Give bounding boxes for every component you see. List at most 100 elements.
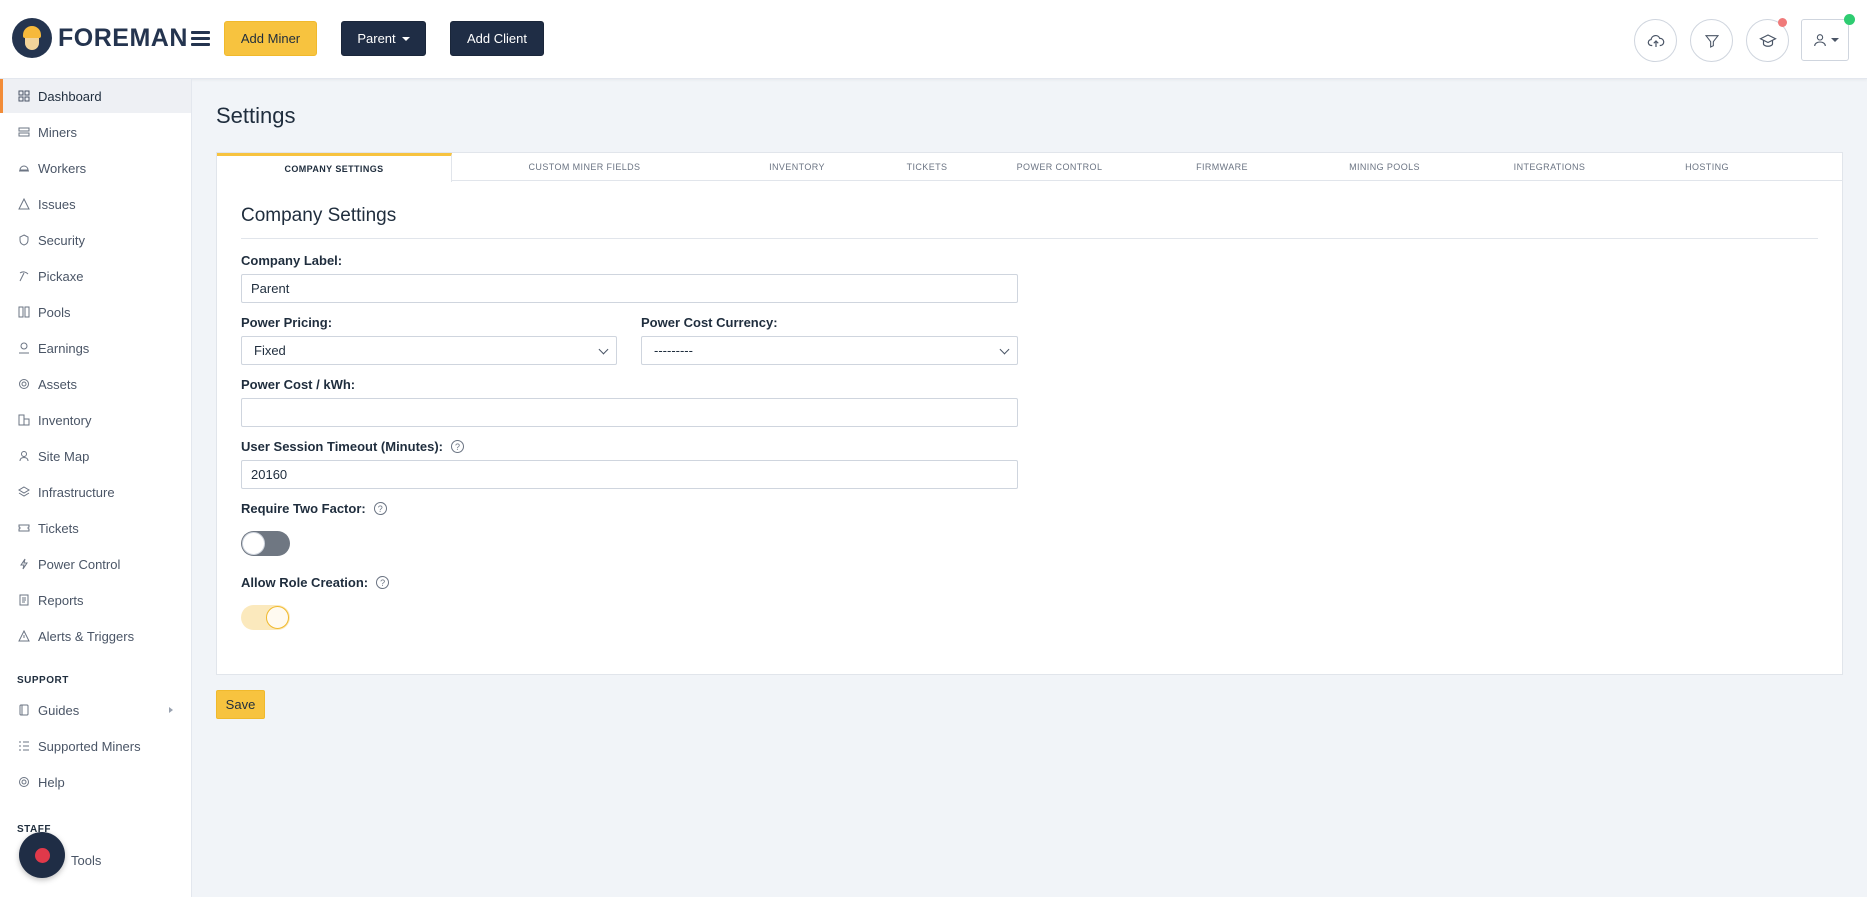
inventory-icon	[18, 414, 30, 426]
settings-tabs: COMPANY SETTINGS CUSTOM MINER FIELDS INV…	[217, 153, 1842, 182]
sidebar-item-power-control[interactable]: Power Control	[0, 547, 191, 581]
allow-role-creation-toggle[interactable]	[241, 605, 290, 630]
sidebar-item-label: Miners	[38, 124, 78, 140]
sidebar-item-supported-miners[interactable]: Supported Miners	[0, 729, 191, 763]
sidebar-item-pickaxe[interactable]: Pickaxe	[0, 259, 191, 293]
filter-icon	[1704, 34, 1719, 48]
sidebar-item-label: Supported Miners	[38, 738, 141, 754]
layers-icon	[18, 486, 30, 497]
tab-hosting[interactable]: HOSTING	[1632, 153, 1782, 181]
session-timeout-label: User Session Timeout (Minutes): ?	[241, 439, 465, 454]
brand-logo[interactable]: FOREMAN	[12, 18, 188, 58]
power-cost-kwh-input[interactable]	[241, 398, 1018, 427]
power-cost-currency-select[interactable]: ---------	[641, 336, 1018, 365]
sidebar-item-label: Pickaxe	[38, 268, 84, 284]
list-icon	[19, 741, 29, 751]
tab-label: INVENTORY	[769, 162, 825, 172]
report-icon	[19, 594, 29, 606]
filter-button[interactable]	[1690, 19, 1733, 62]
hamburger-menu-icon[interactable]	[191, 31, 210, 47]
sidebar-item-workers[interactable]: Workers	[0, 151, 191, 185]
sidebar-item-security[interactable]: Security	[0, 223, 191, 257]
power-pricing-select[interactable]: Fixed	[241, 336, 617, 365]
pickaxe-icon	[19, 271, 29, 282]
sidebar-item-tickets[interactable]: Tickets	[0, 511, 191, 545]
sidebar-item-dashboard[interactable]: Dashboard	[0, 79, 191, 113]
section-title: Company Settings	[241, 205, 397, 226]
miners-icon	[18, 127, 30, 137]
sidebar: Dashboard Miners Workers Issues Security…	[0, 79, 192, 897]
bolt-icon	[20, 558, 28, 570]
chevron-down-icon	[999, 344, 1010, 355]
record-button[interactable]	[19, 832, 65, 878]
add-miner-button[interactable]: Add Miner	[224, 21, 317, 56]
power-pricing-value: Fixed	[254, 343, 286, 358]
sidebar-item-label: Issues	[38, 196, 76, 212]
sidebar-item-label: Help	[38, 774, 65, 790]
sidebar-item-assets[interactable]: Assets	[0, 367, 191, 401]
help-circle-icon[interactable]: ?	[373, 502, 387, 515]
help-circle-icon[interactable]: ?	[451, 440, 465, 453]
section-divider	[241, 238, 1818, 239]
sidebar-item-miners[interactable]: Miners	[0, 115, 191, 149]
book-icon	[19, 704, 29, 716]
status-dot	[1844, 14, 1855, 25]
workers-icon	[19, 165, 29, 172]
alert-icon	[18, 630, 30, 642]
power-cost-currency-label: Power Cost Currency:	[641, 315, 778, 330]
tab-firmware[interactable]: FIRMWARE	[1142, 153, 1302, 181]
support-section-label: SUPPORT	[17, 675, 69, 686]
pools-icon	[18, 306, 30, 318]
add-client-button[interactable]: Add Client	[450, 21, 544, 56]
sidebar-item-earnings[interactable]: Earnings	[0, 331, 191, 365]
help-circle-icon[interactable]: ?	[376, 576, 390, 589]
graduation-cap-icon	[1758, 33, 1777, 47]
toggle-knob	[242, 532, 265, 555]
user-icon	[1813, 34, 1826, 47]
site-map-icon	[19, 451, 29, 462]
company-label-input[interactable]: Parent	[241, 274, 1018, 303]
add-client-label: Add Client	[467, 31, 527, 46]
sidebar-item-label: Pools	[38, 304, 71, 320]
save-label: Save	[225, 697, 256, 712]
toggle-knob	[266, 606, 289, 629]
tab-integrations[interactable]: INTEGRATIONS	[1467, 153, 1632, 181]
sidebar-item-pools[interactable]: Pools	[0, 295, 191, 329]
tab-custom-miner-fields[interactable]: CUSTOM MINER FIELDS	[452, 153, 717, 181]
cloud-upload-button[interactable]	[1634, 19, 1677, 62]
tab-power-control[interactable]: POWER CONTROL	[977, 153, 1142, 181]
tab-tickets[interactable]: TICKETS	[877, 153, 977, 181]
session-timeout-input[interactable]: 20160	[241, 460, 1018, 489]
tab-mining-pools[interactable]: MINING POOLS	[1302, 153, 1467, 181]
ticket-icon	[18, 524, 30, 532]
parent-dropdown-button[interactable]: Parent	[341, 21, 426, 56]
sidebar-item-infrastructure[interactable]: Infrastructure	[0, 475, 191, 509]
shield-icon	[19, 234, 29, 246]
session-timeout-label-text: User Session Timeout (Minutes):	[241, 439, 444, 454]
assets-icon	[19, 379, 29, 389]
sidebar-item-label: Reports	[38, 592, 84, 608]
cloud-upload-icon	[1647, 34, 1664, 47]
sidebar-item-alerts-triggers[interactable]: Alerts & Triggers	[0, 619, 191, 653]
sidebar-item-inventory[interactable]: Inventory	[0, 403, 191, 437]
sidebar-item-reports[interactable]: Reports	[0, 583, 191, 617]
require-two-factor-toggle[interactable]	[241, 531, 290, 556]
require-two-factor-label: Require Two Factor: ?	[241, 501, 387, 516]
sidebar-item-issues[interactable]: Issues	[0, 187, 191, 221]
user-menu-button[interactable]	[1801, 19, 1849, 61]
sidebar-item-guides[interactable]: Guides	[0, 693, 191, 727]
tab-company-settings[interactable]: COMPANY SETTINGS	[217, 153, 452, 182]
sidebar-item-help[interactable]: Help	[0, 765, 191, 799]
sidebar-item-site-map[interactable]: Site Map	[0, 439, 191, 473]
require-two-factor-label-text: Require Two Factor:	[241, 501, 366, 516]
save-button[interactable]: Save	[216, 690, 265, 719]
company-label-label: Company Label:	[241, 253, 343, 268]
tab-label: HOSTING	[1685, 162, 1729, 172]
dashboard-icon	[18, 90, 30, 102]
tab-inventory[interactable]: INVENTORY	[717, 153, 877, 181]
earnings-icon	[19, 342, 29, 354]
power-cost-currency-value: ---------	[654, 343, 693, 358]
tab-label: INTEGRATIONS	[1513, 162, 1586, 172]
allow-role-creation-label-text: Allow Role Creation:	[241, 575, 369, 590]
page-title: Settings	[216, 103, 296, 128]
